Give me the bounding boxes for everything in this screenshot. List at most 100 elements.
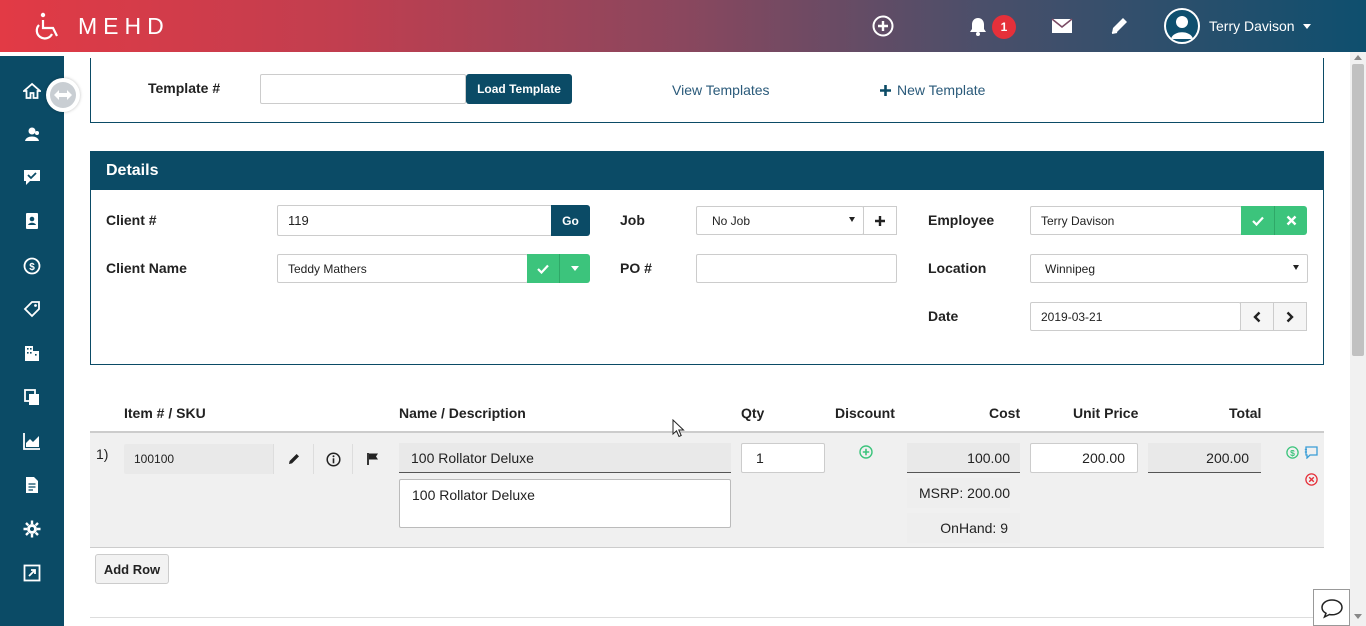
remove-row-button[interactable] (1305, 473, 1318, 489)
add-discount-button[interactable] (859, 445, 873, 462)
template-input[interactable] (260, 74, 466, 104)
msrp-field: MSRP: 200.00 (907, 478, 1010, 508)
chat-bubble-icon (1320, 598, 1343, 619)
sku-input[interactable]: 100100 (124, 444, 274, 474)
bottom-divider (90, 617, 1324, 626)
caret-down-icon (571, 266, 579, 271)
add-circle-icon[interactable] (871, 14, 895, 38)
gear-icon (23, 520, 41, 538)
sidebar-item-settings[interactable] (22, 519, 42, 539)
employee-label: Employee (928, 212, 995, 228)
comment-note-icon (1304, 446, 1318, 460)
sidebar-item-external[interactable] (22, 563, 42, 583)
add-row-button[interactable]: Add Row (95, 554, 169, 584)
app-logo-text: MEHD (78, 12, 170, 39)
svg-text:$: $ (1290, 448, 1295, 458)
avatar (1164, 8, 1200, 44)
contact-card-icon (26, 213, 38, 229)
sidebar-item-messages[interactable] (22, 167, 42, 187)
qty-input[interactable]: 1 (741, 443, 825, 473)
check-icon (537, 264, 549, 274)
pencil-icon[interactable] (1107, 14, 1131, 38)
page-scrollbar[interactable] (1350, 52, 1366, 626)
external-link-icon (23, 564, 41, 582)
details-panel: Details Client # 119 Go Client Name Tedd… (90, 151, 1324, 365)
price-dollar-button[interactable]: $ (1286, 446, 1299, 462)
mouse-cursor-icon (672, 419, 685, 438)
date-label: Date (928, 308, 959, 324)
bell-icon[interactable] (966, 14, 990, 38)
location-select-value: Winnipeg (1045, 261, 1096, 276)
caret-down-icon (1293, 265, 1299, 270)
arrows-horizontal-icon (54, 90, 72, 100)
job-select[interactable]: No Job (696, 206, 864, 235)
po-input[interactable] (696, 254, 897, 283)
location-select[interactable]: Winnipeg (1030, 254, 1308, 283)
chat-support-button[interactable] (1313, 589, 1350, 626)
dollar-circle-icon: $ (23, 257, 41, 275)
sidebar-item-contacts[interactable] (22, 211, 42, 231)
sidebar-item-locations[interactable] (22, 343, 42, 363)
client-number-label: Client # (106, 212, 157, 228)
column-header-total: Total (1229, 405, 1262, 421)
client-name-label: Client Name (106, 260, 187, 276)
template-label: Template # (148, 80, 221, 96)
sidebar-item-billing[interactable]: $ (22, 256, 42, 276)
sidebar-item-reports[interactable] (22, 431, 42, 451)
app-logo[interactable]: MEHD (34, 10, 170, 42)
column-header-qty: Qty (741, 405, 765, 421)
row-index: 1) (96, 446, 109, 462)
date-next-button[interactable] (1273, 302, 1307, 331)
edit-item-button[interactable] (273, 444, 313, 474)
user-icon (1171, 16, 1193, 39)
date-input[interactable]: 2019-03-21 (1030, 302, 1241, 331)
scrollbar-thumb[interactable] (1352, 64, 1364, 356)
sidebar-item-documents[interactable] (22, 387, 42, 407)
item-description-textarea[interactable]: 100 Rollator Deluxe (399, 479, 731, 528)
confirm-employee-button[interactable] (1241, 206, 1274, 235)
add-circle-icon (859, 445, 873, 459)
dollar-circle-icon: $ (1286, 446, 1299, 459)
view-templates-link[interactable]: View Templates (672, 82, 770, 98)
client-number-input[interactable]: 119 (277, 205, 552, 236)
home-icon (23, 82, 41, 99)
copy-icon (24, 389, 39, 405)
column-header-unit-price: Unit Price (1073, 405, 1139, 421)
user-name: Terry Davison (1209, 18, 1295, 34)
check-icon (1251, 216, 1264, 226)
sidebar-item-products[interactable] (22, 299, 42, 319)
note-button[interactable] (1304, 445, 1319, 462)
po-label: PO # (620, 260, 652, 276)
scroll-up-icon[interactable] (1354, 54, 1362, 60)
sidebar-item-clients[interactable] (22, 124, 42, 144)
caret-down-icon (849, 217, 855, 222)
item-info-button[interactable] (313, 444, 353, 474)
sidebar-collapse-toggle[interactable] (46, 78, 80, 112)
column-header-sku: Item # / SKU (124, 405, 206, 421)
go-button[interactable]: Go (551, 205, 590, 236)
sidebar-item-notes[interactable] (22, 475, 42, 495)
confirm-client-button[interactable] (527, 254, 559, 283)
sidebar-item-home[interactable] (22, 81, 42, 101)
mail-icon[interactable] (1050, 14, 1074, 38)
wheelchair-logo-icon (35, 12, 58, 40)
client-dropdown-button[interactable] (559, 254, 590, 283)
job-select-value: No Job (712, 213, 751, 228)
flag-item-button[interactable] (352, 444, 392, 474)
client-name-input[interactable]: Teddy Mathers (277, 254, 528, 283)
user-menu[interactable]: Terry Davison (1164, 8, 1311, 44)
plus-icon (875, 215, 885, 226)
pencil-icon (288, 454, 299, 464)
flag-icon (366, 453, 378, 465)
info-icon (326, 451, 341, 467)
employee-input[interactable]: Terry Davison (1030, 206, 1242, 235)
date-prev-button[interactable] (1240, 302, 1274, 331)
new-template-link[interactable]: New Template (879, 82, 985, 98)
clear-employee-button[interactable] (1274, 206, 1307, 235)
column-header-discount: Discount (835, 405, 895, 421)
scroll-down-icon[interactable] (1354, 614, 1362, 620)
unit-price-input[interactable]: 200.00 (1030, 443, 1138, 473)
item-name-input[interactable]: 100 Rollator Deluxe (399, 443, 731, 473)
add-job-button[interactable] (863, 206, 897, 235)
load-template-button[interactable]: Load Template (466, 74, 572, 104)
